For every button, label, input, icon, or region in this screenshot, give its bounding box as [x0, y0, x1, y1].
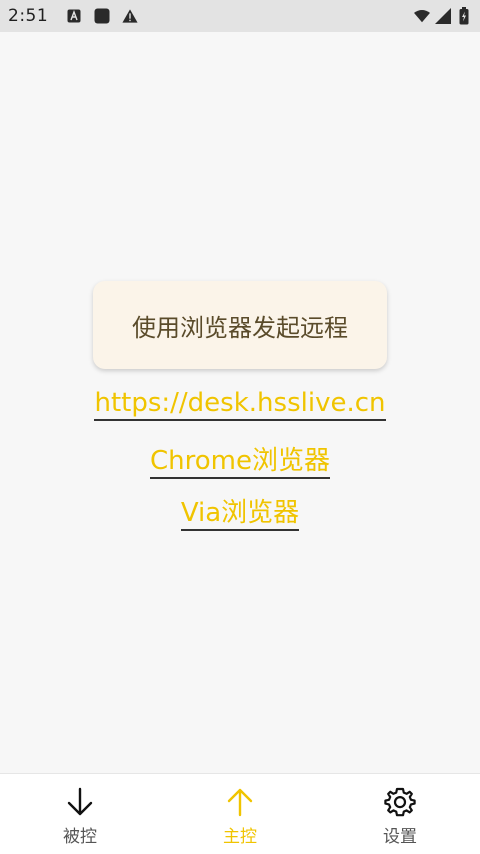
main-content: 使用浏览器发起远程 https://desk.hsslive.cn Chrome…	[0, 32, 480, 773]
start-remote-via-browser-button[interactable]: 使用浏览器发起远程	[93, 281, 387, 369]
status-bar: 2:51	[0, 0, 480, 32]
chrome-browser-link-text: Chrome浏览器	[150, 446, 330, 479]
gear-icon	[384, 786, 416, 818]
via-browser-link[interactable]: Via浏览器	[0, 492, 480, 531]
square-notification-icon	[94, 8, 110, 24]
warning-icon	[122, 8, 138, 24]
a-notification-icon	[66, 8, 82, 24]
arrow-up-icon	[224, 786, 256, 818]
nav-item-controller[interactable]: 主控	[160, 774, 320, 854]
via-browser-link-text: Via浏览器	[180, 498, 300, 531]
desk-url-link[interactable]: https://desk.hsslive.cn	[0, 388, 480, 421]
bottom-nav: 被控 主控 设置	[0, 773, 480, 854]
desk-url-link-text: https://desk.hsslive.cn	[94, 388, 386, 421]
status-system-icons	[414, 7, 472, 25]
arrow-down-icon	[64, 786, 96, 818]
battery-icon	[456, 7, 472, 25]
wifi-icon	[414, 8, 430, 24]
status-time: 2:51	[8, 6, 49, 26]
nav-label-controller: 主控	[223, 827, 257, 847]
nav-label-settings: 设置	[383, 827, 417, 847]
signal-icon	[435, 8, 451, 24]
nav-item-controlled[interactable]: 被控	[0, 774, 160, 854]
status-notification-icons	[66, 8, 138, 24]
nav-item-settings[interactable]: 设置	[320, 774, 480, 854]
nav-label-controlled: 被控	[63, 827, 97, 847]
app-screen: 2:51 使用浏览器发起远程 https://desk.hsslive.cn C…	[0, 0, 480, 854]
chrome-browser-link[interactable]: Chrome浏览器	[0, 440, 480, 479]
